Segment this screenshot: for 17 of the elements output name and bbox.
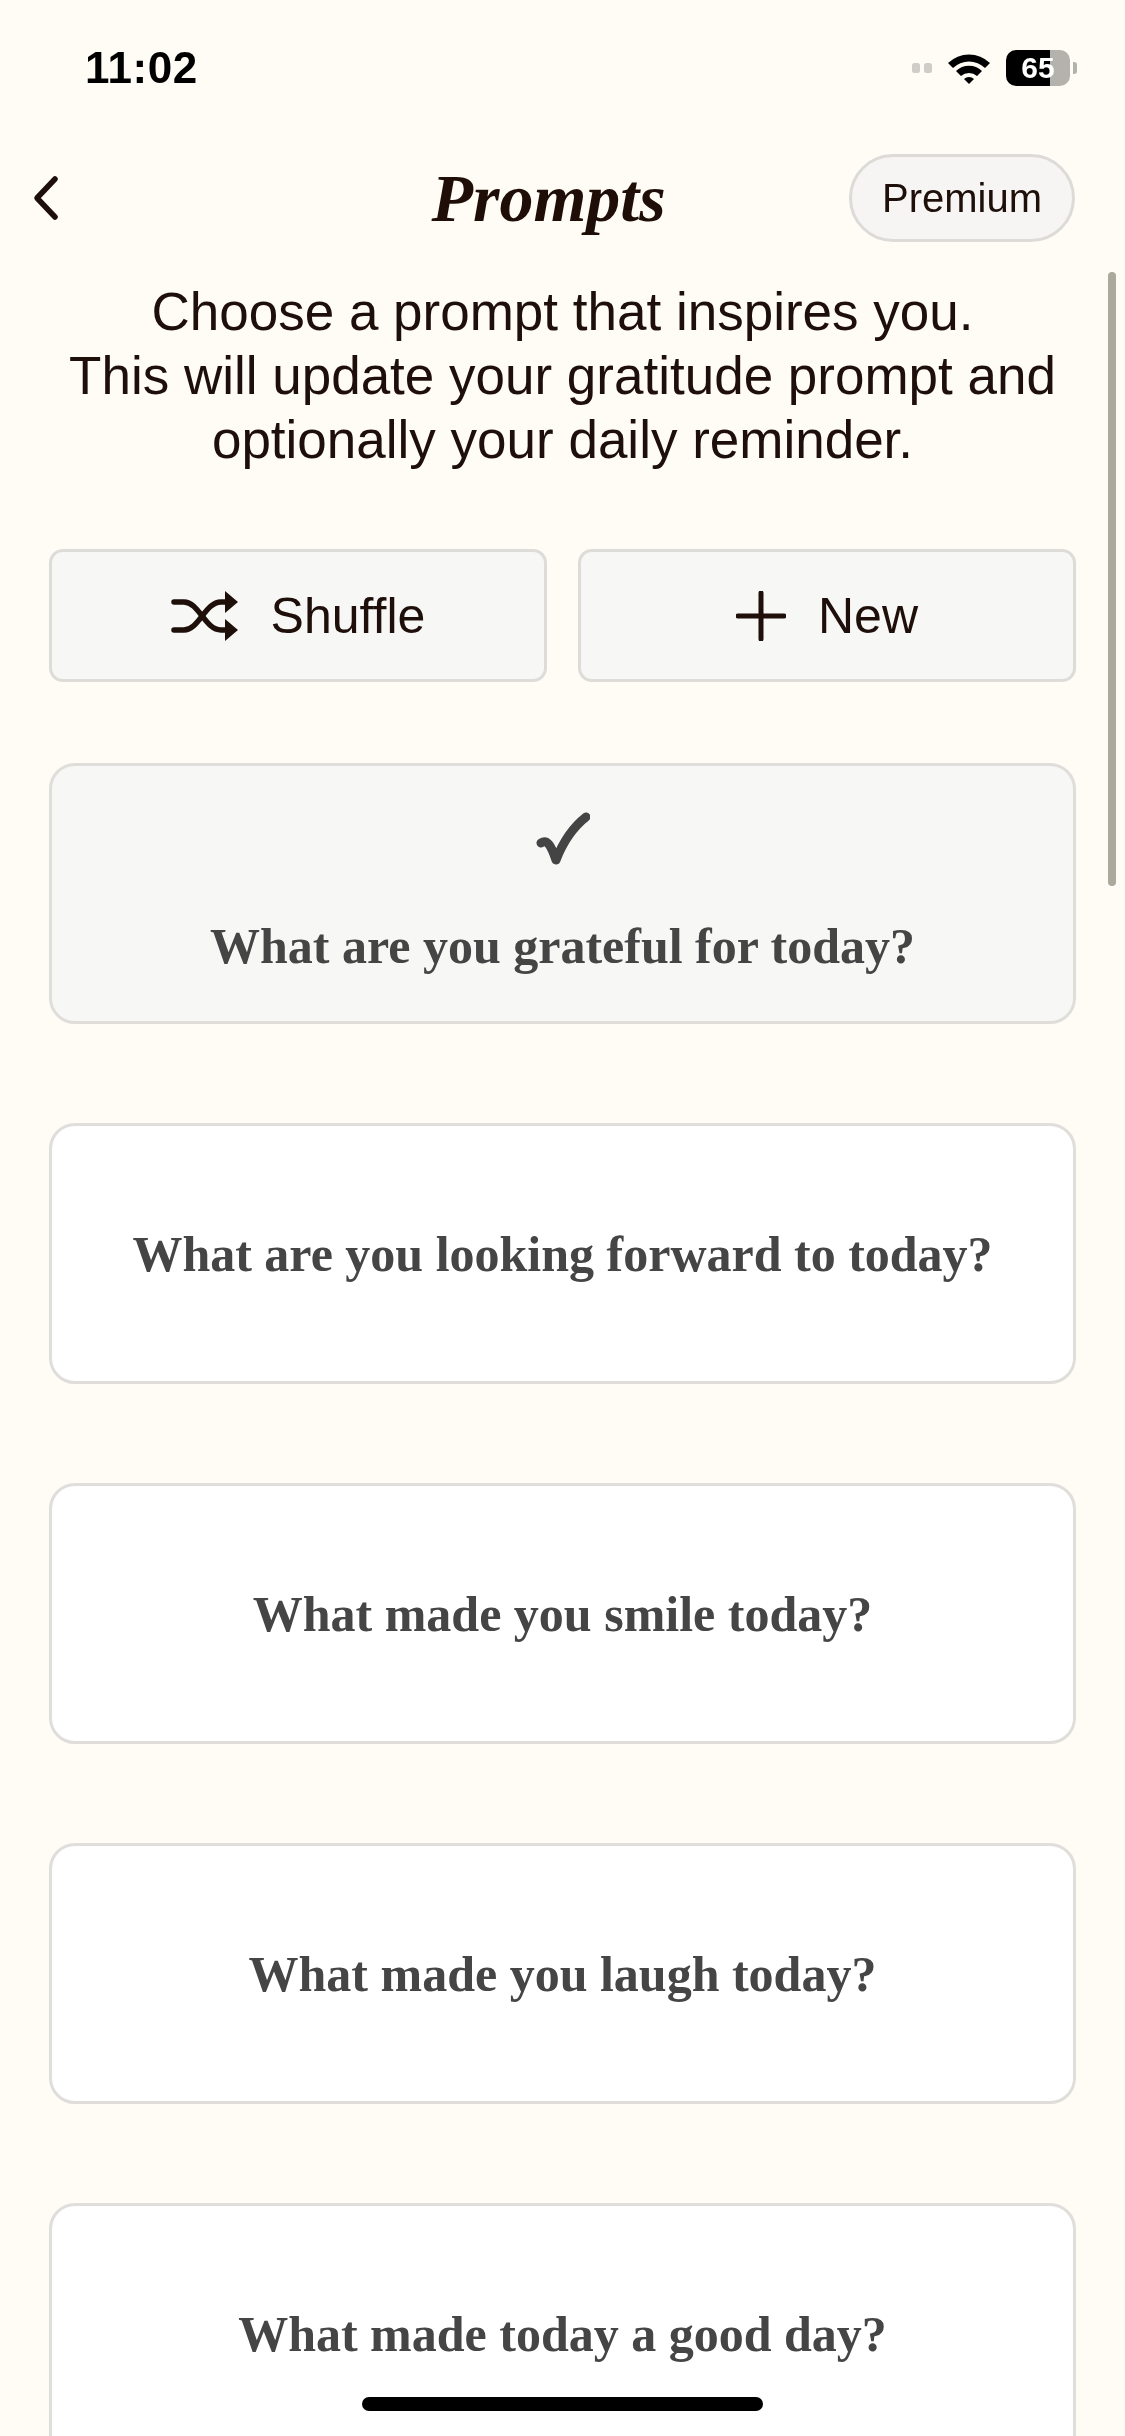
cellular-signal-icon [912, 63, 932, 73]
status-time: 11:02 [85, 43, 198, 93]
prompt-card[interactable]: What are you grateful for today? [49, 763, 1076, 1024]
page-title: Prompts [431, 160, 666, 236]
wifi-icon [946, 51, 992, 85]
plus-icon [736, 590, 786, 641]
shuffle-button[interactable]: Shuffle [49, 549, 547, 682]
prompt-card[interactable]: What are you looking forward to today? [49, 1123, 1076, 1384]
prompt-card[interactable]: What made you smile today? [49, 1483, 1076, 1744]
prompt-card[interactable]: What made today a good day? [49, 2203, 1076, 2436]
new-button[interactable]: New [578, 549, 1076, 682]
check-icon [535, 811, 590, 866]
chevron-left-icon [33, 175, 59, 221]
prompt-card[interactable]: What made you laugh today? [49, 1843, 1076, 2104]
description-text: Choose a prompt that inspires you. This will update your gratitude prompt and optionally your daily reminder. [68, 281, 1057, 471]
shuffle-icon [170, 588, 239, 643]
premium-button[interactable]: Premium [848, 154, 1075, 242]
